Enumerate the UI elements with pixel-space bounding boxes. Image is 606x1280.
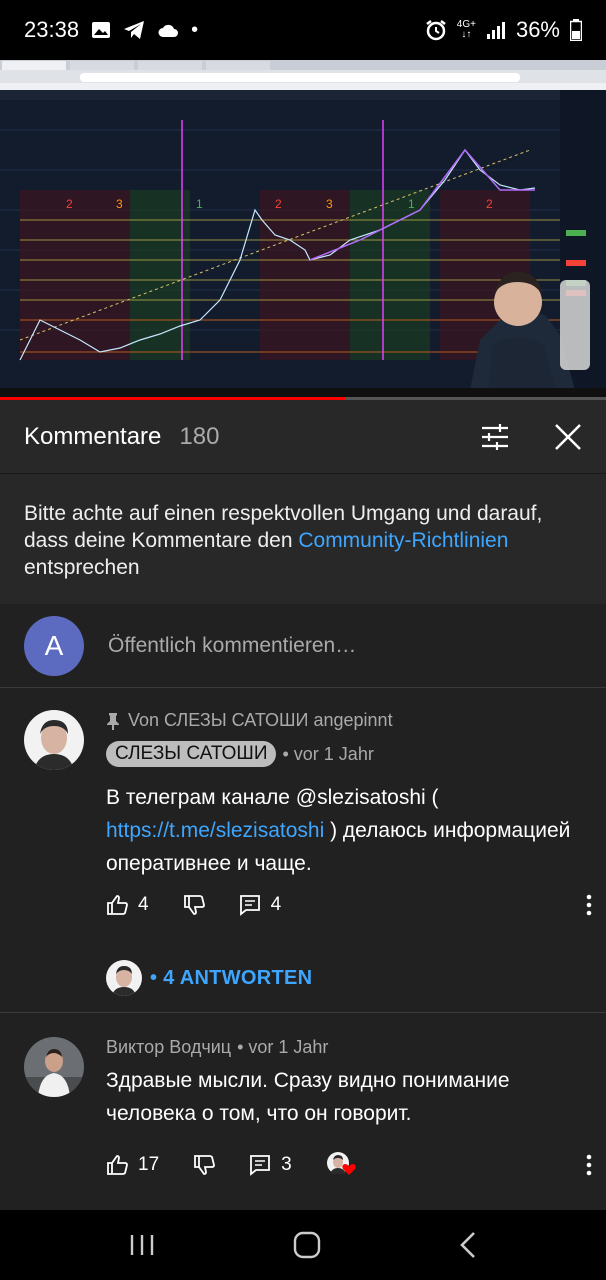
android-nav-bar: [0, 1210, 606, 1280]
view-replies-button[interactable]: • 4 ANTWORTEN: [106, 960, 312, 996]
status-right: 4G+ ↓↑ 36%: [425, 17, 582, 43]
comment-item: Von СЛЕЗЫ САТОШИ angepinnt СЛЕЗЫ САТОШИ …: [0, 688, 606, 1012]
reply-comment-icon: [250, 1155, 271, 1176]
back-icon[interactable]: [459, 1231, 477, 1259]
recent-apps-icon[interactable]: [129, 1233, 155, 1257]
replies-label: • 4 ANTWORTEN: [150, 966, 313, 989]
reply-button[interactable]: 4: [239, 894, 282, 916]
author-name[interactable]: Виктор Водчиц: [106, 1037, 231, 1058]
browser-tabs: [0, 60, 606, 90]
trading-chart-image: 2 3 1 2 3 1 2: [0, 90, 606, 390]
svg-text:1: 1: [196, 197, 203, 211]
comment-link[interactable]: https://t.me/slezisatoshi: [106, 819, 324, 842]
comment-meta: СЛЕЗЫ САТОШИ • vor 1 Jahr: [106, 741, 582, 767]
notification-icons: •: [91, 19, 198, 42]
more-options-icon[interactable]: [586, 894, 592, 916]
reply-button[interactable]: 3: [249, 1154, 292, 1176]
comment-time: • vor 1 Jahr: [282, 743, 374, 764]
video-player[interactable]: 2 3 1 2 3 1 2: [0, 60, 606, 400]
community-guidelines-notice: Bitte achte auf einen respektvollen Umga…: [0, 474, 606, 604]
battery-text: 36%: [515, 17, 560, 42]
reply-count: 4: [270, 894, 282, 915]
reply-comment-icon: [239, 895, 260, 916]
thumbs-down-icon: [194, 1155, 216, 1175]
close-icon[interactable]: [554, 423, 582, 451]
comment-time: • vor 1 Jahr: [237, 1037, 329, 1057]
comment-text: Здравые мысли. Сразу видно понимание чел…: [106, 1069, 510, 1125]
reply-count: 3: [281, 1154, 292, 1175]
alarm-icon: [426, 20, 446, 41]
reply-author-avatar: [106, 960, 142, 996]
svg-text:2: 2: [486, 197, 493, 211]
creator-heart-icon: [326, 1151, 356, 1179]
status-bar: 23:38 • 4G+ ↓↑ 36%: [0, 0, 606, 60]
add-comment-row[interactable]: A Öffentlich kommentieren…: [0, 604, 606, 688]
svg-text:1: 1: [408, 197, 415, 211]
guidelines-link[interactable]: Community-Richtlinien: [298, 529, 508, 552]
video-frame-chart: 2 3 1 2 3 1 2: [0, 90, 606, 390]
comments-header: Kommentare 180: [0, 400, 606, 474]
like-button[interactable]: 4: [106, 894, 149, 916]
comment-input[interactable]: Öffentlich kommentieren…: [108, 634, 356, 658]
comments-count: 180: [179, 422, 220, 450]
comment-text: В телеграм канале @slezisatoshi ( https:…: [106, 781, 582, 880]
pin-icon: [107, 712, 119, 730]
like-count: 4: [138, 894, 149, 915]
thumbs-down-icon: [183, 895, 205, 915]
comment-text-part: В телеграм канале @slezisatoshi (: [106, 786, 439, 809]
svg-text:3: 3: [326, 197, 333, 211]
signal-icon: [486, 22, 505, 39]
comment-meta: Виктор Водчиц • vor 1 Jahr: [106, 1037, 582, 1058]
dislike-button[interactable]: [193, 1154, 216, 1176]
like-button[interactable]: 17: [106, 1154, 159, 1176]
svg-text:2: 2: [66, 197, 73, 211]
user-avatar-letter: A: [44, 629, 64, 661]
dot-icon: •: [191, 18, 199, 41]
comment-item: Виктор Водчиц • vor 1 Jahr Здравые мысли…: [0, 1013, 606, 1209]
status-time: 23:38: [24, 17, 80, 42]
sort-filter-icon[interactable]: [480, 423, 510, 450]
author-avatar[interactable]: [24, 1037, 84, 1097]
thumbs-up-icon: [107, 1155, 128, 1175]
user-avatar: A: [24, 615, 84, 676]
svg-text:2: 2: [275, 197, 282, 211]
home-icon[interactable]: [293, 1231, 321, 1259]
browser-bar: [0, 60, 606, 90]
battery-icon: [570, 19, 582, 41]
comment-actions: 4 4: [106, 894, 592, 916]
gallery-icon: [92, 22, 111, 38]
more-options-icon[interactable]: [586, 1154, 592, 1176]
author-name[interactable]: СЛЕЗЫ САТОШИ: [106, 741, 277, 767]
pinned-label: Von СЛЕЗЫ САТОШИ angepinnt: [106, 710, 582, 731]
network-type: 4G+ ↓↑: [456, 19, 476, 40]
telegram-icon: [124, 21, 145, 39]
pinned-text: Von СЛЕЗЫ САТОШИ angepinnt: [128, 710, 393, 730]
comment-actions: 17 3: [106, 1151, 592, 1179]
like-count: 17: [138, 1154, 160, 1175]
author-avatar[interactable]: [24, 710, 84, 770]
cloud-icon: [158, 24, 179, 37]
dislike-button[interactable]: [183, 894, 205, 916]
comments-title: Kommentare: [24, 422, 162, 450]
guidelines-text-after: entsprechen: [24, 556, 140, 579]
svg-text:3: 3: [116, 197, 123, 211]
thumbs-up-icon: [107, 895, 128, 915]
